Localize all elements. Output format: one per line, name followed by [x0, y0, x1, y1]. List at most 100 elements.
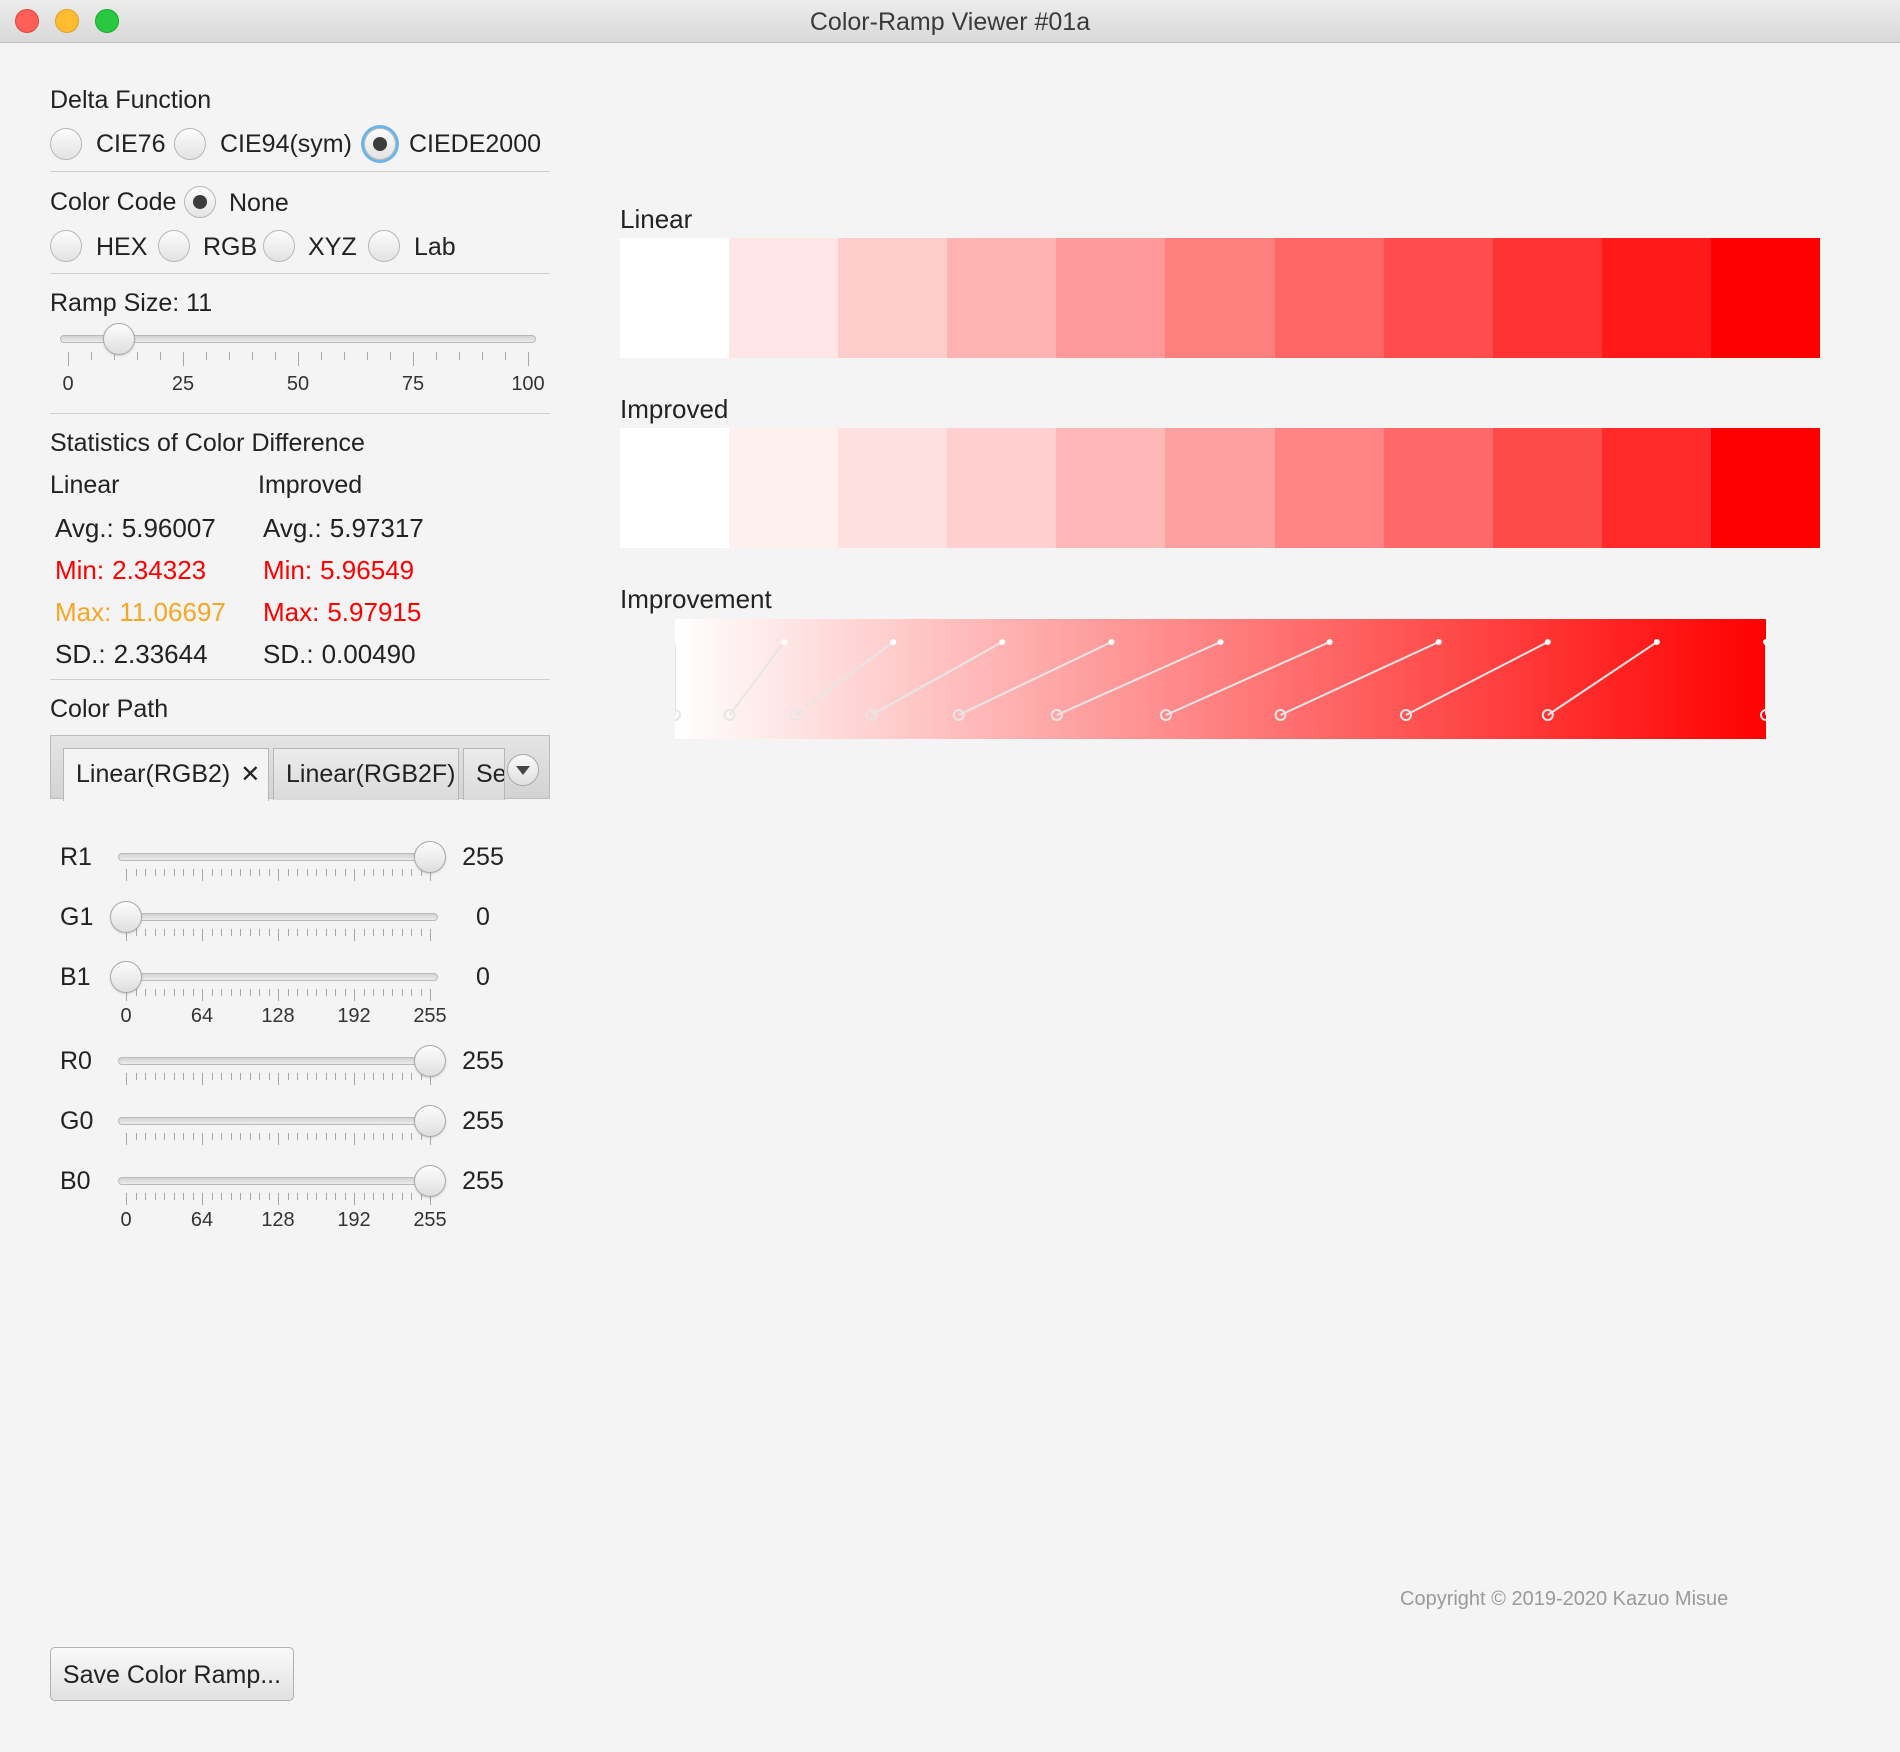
- slider-tick: [401, 1133, 403, 1140]
- r1-value: 255: [462, 843, 504, 871]
- tab-overflow-menu-icon[interactable]: [507, 754, 539, 786]
- slider-b0-thumb[interactable]: [414, 1165, 446, 1197]
- slider-tick: [192, 1073, 194, 1080]
- slider-tick: [392, 1133, 393, 1140]
- slider-tick: [164, 989, 165, 996]
- slider-tick: [135, 1073, 137, 1080]
- slider-tick: [259, 929, 260, 936]
- slider-b1-track[interactable]: [118, 973, 438, 981]
- improved-swatch: [1274, 428, 1384, 548]
- slider-g0-thumb[interactable]: [414, 1105, 446, 1137]
- slider-tick: [135, 869, 137, 876]
- slider-tick: [154, 989, 156, 996]
- slider-r0-thumb[interactable]: [414, 1045, 446, 1077]
- slider-tick: [221, 1133, 222, 1140]
- slider-tick: [221, 929, 222, 936]
- radio-ciede2000-label[interactable]: CIEDE2000: [409, 130, 541, 159]
- radio-code-lab-label[interactable]: Lab: [414, 233, 456, 262]
- slider-tick: [192, 1133, 194, 1140]
- improved-min-label: Min:: [263, 555, 313, 585]
- improved-swatch: [1165, 428, 1275, 548]
- slider-tick: [344, 1133, 346, 1140]
- slider-tick: [401, 929, 403, 936]
- tab-se[interactable]: Se: [463, 748, 505, 800]
- slider-tick: [183, 869, 184, 876]
- slider-tick: [268, 1073, 270, 1080]
- radio-code-hex-label[interactable]: HEX: [96, 233, 147, 262]
- slider-tick: [240, 929, 241, 936]
- slider-tick: [126, 1193, 127, 1205]
- improvement-top-point: [1544, 639, 1551, 645]
- slider-g0-track[interactable]: [118, 1117, 438, 1125]
- slider-g1-thumb[interactable]: [110, 901, 142, 933]
- slider-tick: [278, 1133, 279, 1145]
- improved-max: Max: 5.97915: [263, 597, 421, 628]
- improved-sd: SD.: 0.00490: [263, 639, 416, 670]
- slider-b1-thumb[interactable]: [110, 961, 142, 993]
- slider-tick: [259, 989, 260, 996]
- radio-ciede2000[interactable]: [364, 128, 396, 160]
- delta-function-label: Delta Function: [50, 86, 212, 114]
- radio-code-xyz-label[interactable]: XYZ: [308, 233, 357, 262]
- improvement-top-point: [1108, 639, 1115, 645]
- radio-code-xyz[interactable]: [263, 230, 295, 262]
- slider-tick: [221, 989, 222, 996]
- ramp-size-thumb[interactable]: [102, 323, 135, 355]
- slider-tick: [278, 869, 279, 881]
- slider-tick: [145, 989, 146, 996]
- tab-linear-rgb2[interactable]: Linear(RGB2) ✕: [63, 748, 269, 801]
- ramp-size-tick-label: 0: [62, 373, 74, 395]
- slider-b0-track[interactable]: [118, 1177, 438, 1185]
- close-tab-icon[interactable]: ✕: [240, 761, 260, 788]
- rgb-tick-label: 192: [337, 1209, 371, 1231]
- slider-tick: [316, 1073, 317, 1080]
- improved-swatch: [620, 428, 730, 548]
- slider-tick: [367, 352, 368, 360]
- slider-tick: [278, 989, 279, 1001]
- g0-value: 255: [462, 1107, 504, 1135]
- slider-tick: [145, 1193, 146, 1200]
- radio-code-hex[interactable]: [50, 230, 82, 262]
- radio-code-lab[interactable]: [368, 230, 400, 262]
- slider-tick: [259, 1073, 260, 1080]
- slider-tick: [202, 869, 203, 881]
- radio-cie94-label[interactable]: CIE94(sym): [220, 130, 352, 159]
- slider-tick: [390, 352, 391, 360]
- slider-tick: [528, 352, 529, 366]
- tab-linear-rgb2f[interactable]: Linear(RGB2F): [273, 748, 459, 800]
- linear-sd: SD.: 2.33644: [55, 639, 208, 670]
- radio-code-rgb-label[interactable]: RGB: [203, 233, 257, 262]
- slider-tick: [306, 869, 308, 876]
- slider-tick: [335, 989, 336, 996]
- radio-cie76-label[interactable]: CIE76: [96, 130, 165, 159]
- slider-tick: [354, 929, 355, 941]
- slider-tick: [344, 1193, 346, 1200]
- slider-r0-track[interactable]: [118, 1057, 438, 1065]
- linear-swatch: [620, 238, 730, 358]
- radio-code-none-label[interactable]: None: [229, 189, 289, 218]
- rgb-tick-label: 255: [413, 1005, 447, 1027]
- slider-g1-track[interactable]: [118, 913, 438, 921]
- rgb-tick-label: 128: [261, 1209, 295, 1231]
- radio-cie76[interactable]: [50, 128, 82, 160]
- slider-tick: [135, 929, 137, 936]
- slider-tick: [325, 869, 327, 876]
- save-color-ramp-button[interactable]: Save Color Ramp...: [50, 1647, 294, 1701]
- slider-tick: [278, 1193, 279, 1205]
- improved-swatch: [1492, 428, 1602, 548]
- slider-tick: [382, 1133, 384, 1140]
- slider-tick: [363, 929, 365, 936]
- radio-code-none[interactable]: [184, 186, 216, 218]
- radio-cie94[interactable]: [174, 128, 206, 160]
- linear-min-value: 2.34323: [112, 555, 207, 585]
- slider-tick: [230, 1073, 232, 1080]
- improvement-top-point: [1435, 639, 1442, 645]
- slider-tick: [164, 1133, 165, 1140]
- slider-r1-thumb[interactable]: [414, 841, 446, 873]
- slider-tick: [297, 1133, 298, 1140]
- slider-tick: [287, 1133, 289, 1140]
- slider-r1-track[interactable]: [118, 853, 438, 861]
- improvement-top-point: [781, 639, 788, 645]
- slider-tick: [154, 929, 156, 936]
- radio-code-rgb[interactable]: [158, 230, 190, 262]
